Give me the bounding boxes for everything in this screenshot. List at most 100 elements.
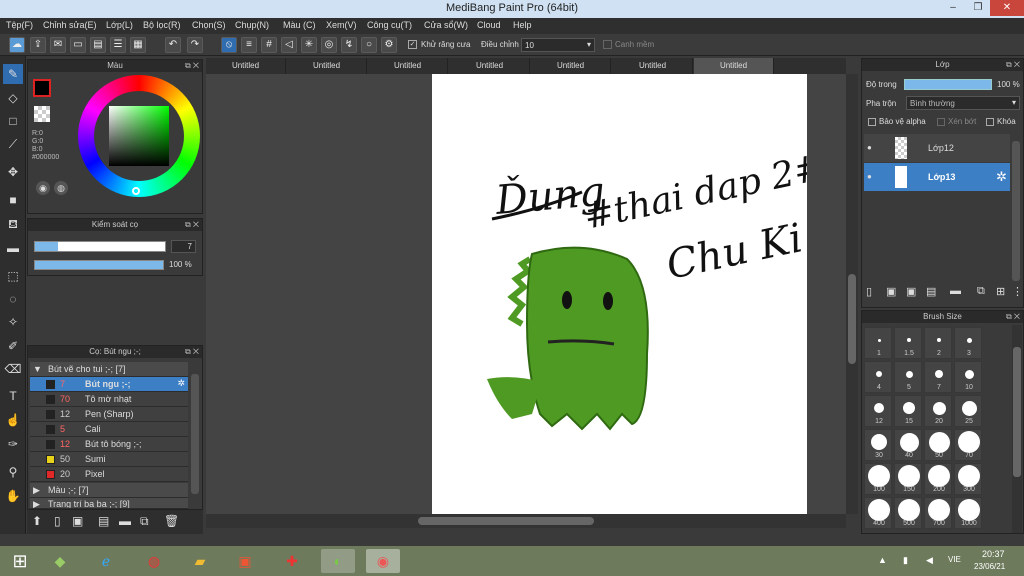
clock-date[interactable]: 23/06/21: [974, 562, 1005, 571]
brush-size-cell[interactable]: 30: [864, 429, 892, 461]
lasso-icon[interactable]: ◌: [3, 289, 23, 309]
tab-document[interactable]: Untitled: [287, 58, 367, 74]
brush-size-cell[interactable]: 70: [954, 429, 982, 461]
perspective-snap-icon[interactable]: ◁: [281, 37, 297, 53]
tab-document-active[interactable]: Untitled: [694, 58, 774, 74]
brush-size-cell[interactable]: 1000: [954, 497, 982, 529]
select-rect-icon[interactable]: □: [3, 111, 23, 131]
tab-document[interactable]: Untitled: [368, 58, 448, 74]
menu-file[interactable]: Tệp(F): [6, 20, 33, 30]
hue-marker[interactable]: [132, 187, 140, 195]
new-brush-icon[interactable]: ▯: [54, 514, 61, 528]
new-8bit-layer-icon[interactable]: ▣: [906, 285, 916, 298]
brush-item[interactable]: 7 Bút ngu ;-; ✲: [30, 377, 188, 392]
layer-list-scrollbar[interactable]: [1012, 141, 1020, 281]
smooth-checkbox[interactable]: [603, 40, 612, 49]
brush-item[interactable]: 50 Sumi: [30, 452, 188, 467]
brush-size-cell[interactable]: 25: [954, 395, 982, 427]
brush-group-header[interactable]: ▶ Trang trí ba ba ;-; [9]: [30, 498, 188, 509]
panel-close-icon[interactable]: ⧉ ✕: [185, 60, 199, 72]
layer-row[interactable]: ● Lớp12: [864, 134, 1010, 162]
select-eraser-icon[interactable]: ⌫: [3, 359, 23, 379]
marquee-icon[interactable]: ⬚: [3, 266, 23, 286]
size-scroll-thumb[interactable]: [1013, 347, 1021, 477]
drawing-canvas[interactable]: Ďung #thai dap 2# Chu Ki: [432, 74, 807, 514]
brush-size-cell[interactable]: 300: [954, 463, 982, 495]
brush-opacity-slider[interactable]: [34, 260, 164, 270]
share-icon[interactable]: ⇪: [30, 37, 46, 53]
brush-size-cell[interactable]: 2: [924, 327, 952, 359]
grid-icon[interactable]: ▦: [130, 37, 146, 53]
menu-layer[interactable]: Lớp(L): [106, 20, 133, 30]
brush-size-cell[interactable]: 200: [924, 463, 952, 495]
tab-document[interactable]: Untitled: [450, 58, 530, 74]
tab-document[interactable]: Untitled: [531, 58, 611, 74]
lock-checkbox[interactable]: [986, 118, 994, 126]
medibang-icon[interactable]: ◐: [321, 549, 355, 573]
text-icon[interactable]: T: [3, 386, 23, 406]
hue-wheel[interactable]: [78, 75, 200, 197]
saturation-square[interactable]: [109, 106, 169, 166]
panel-close-icon[interactable]: ⧉ ✕: [1006, 59, 1020, 71]
brush-item[interactable]: 5 Cali: [30, 422, 188, 437]
volume-icon[interactable]: ◀: [926, 555, 933, 566]
brush-group-header[interactable]: ▶ Màu ;-; [7]: [30, 483, 188, 498]
ellipse-snap-icon[interactable]: ○: [361, 37, 377, 53]
eye-icon[interactable]: ●: [867, 172, 872, 181]
trash-icon[interactable]: ⋮: [1012, 285, 1023, 298]
adjust-select[interactable]: 10 ▾: [521, 38, 595, 52]
operation-icon[interactable]: ☝: [3, 410, 23, 430]
menu-cloud[interactable]: Cloud: [477, 20, 501, 30]
chrome-icon[interactable]: ◍: [137, 549, 171, 573]
layer-opacity-slider[interactable]: [904, 79, 992, 90]
app-icon[interactable]: ✚: [275, 549, 309, 573]
magic-wand-icon[interactable]: ✧: [3, 312, 23, 332]
antialias-checkbox[interactable]: ✓: [408, 40, 417, 49]
powerpoint-icon[interactable]: ▣: [228, 549, 262, 573]
protect-alpha-checkbox[interactable]: [868, 118, 876, 126]
clock-time[interactable]: 20:37: [982, 549, 1005, 559]
foreground-color[interactable]: [33, 79, 51, 97]
brush-group-header[interactable]: ▼ Bút vẽ cho tui ;-; [7]: [30, 362, 188, 377]
grid-snap-icon[interactable]: #: [261, 37, 277, 53]
windows-start-icon[interactable]: ⊞: [3, 549, 37, 573]
minimize-button[interactable]: –: [940, 0, 966, 16]
cloud-icon[interactable]: ☁: [9, 37, 25, 53]
brush-size-cell[interactable]: 100: [864, 463, 892, 495]
brush-size-cell[interactable]: 40: [894, 429, 922, 461]
horizontal-scroll-thumb[interactable]: [418, 517, 594, 525]
brush-size-cell[interactable]: 150: [894, 463, 922, 495]
clip-checkbox[interactable]: [937, 118, 945, 126]
cloud-download-icon[interactable]: ⬆: [32, 514, 42, 528]
new-halftone-layer-icon[interactable]: ▣: [886, 285, 896, 298]
trash-icon[interactable]: 🗑: [164, 514, 179, 528]
brush-size-slider[interactable]: [34, 241, 166, 252]
menu-color[interactable]: Màu (C): [283, 20, 316, 30]
list-icon[interactable]: ☰: [110, 37, 126, 53]
parallel-snap-icon[interactable]: ≡: [241, 37, 257, 53]
brush-item[interactable]: 12 Pen (Sharp): [30, 407, 188, 422]
horizontal-scrollbar[interactable]: [206, 514, 846, 528]
duplicate-icon[interactable]: ⧉: [140, 514, 149, 529]
brush-size-cell[interactable]: 5: [894, 361, 922, 393]
brush-size-cell[interactable]: 3: [954, 327, 982, 359]
snap-off-icon[interactable]: ⦸: [221, 37, 237, 53]
curve-snap-icon[interactable]: ↯: [341, 37, 357, 53]
menu-select[interactable]: Chọn(S): [192, 20, 226, 30]
brush-size-cell[interactable]: 1.5: [894, 327, 922, 359]
redo-icon[interactable]: ↷: [187, 37, 203, 53]
menu-filter[interactable]: Bộ lọc(R): [143, 20, 181, 30]
brush-size-cell[interactable]: 7: [924, 361, 952, 393]
menu-help[interactable]: Help: [513, 20, 532, 30]
palette-settings-icon[interactable]: ◍: [54, 181, 68, 195]
new-layer-icon[interactable]: ▯: [866, 285, 872, 298]
tab-document[interactable]: Untitled: [206, 58, 286, 74]
transparent-color[interactable]: [34, 106, 50, 122]
size-panel-scrollbar[interactable]: [1012, 325, 1022, 533]
gear-icon[interactable]: ✲: [996, 169, 1007, 185]
medibang-paint-icon[interactable]: ◉: [366, 549, 400, 573]
network-icon[interactable]: ▮: [903, 555, 908, 566]
brush-size-cell[interactable]: 10: [954, 361, 982, 393]
brush-size-cell[interactable]: 15: [894, 395, 922, 427]
gradient-icon[interactable]: ▬: [3, 238, 23, 258]
